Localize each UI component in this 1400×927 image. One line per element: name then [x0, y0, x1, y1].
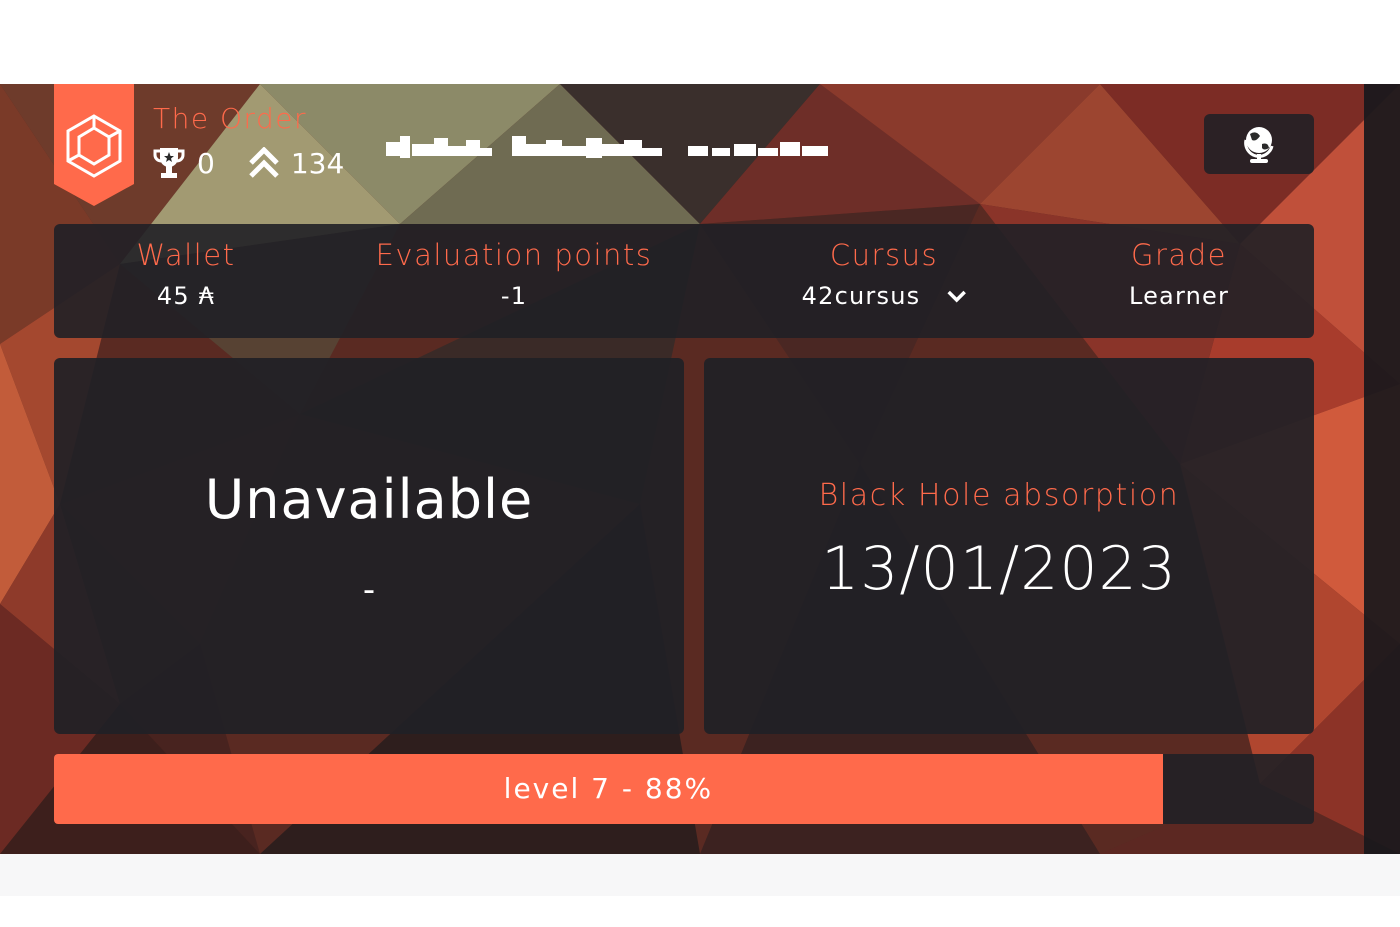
black-hole-label: Black Hole absorption [818, 478, 1180, 513]
globe-button[interactable] [1204, 114, 1314, 174]
header-stats: 0 134 [153, 146, 378, 180]
correction-points-count: 134 [290, 146, 345, 180]
cursus-select[interactable]: 42cursus [802, 282, 967, 310]
wallet-info: Wallet 45 ₳ [137, 238, 236, 310]
profile-banner: The Order 0 134 Wallet 45 ₳ Evaluation p… [0, 84, 1400, 854]
coalition-flag[interactable] [54, 84, 134, 206]
level-label: level 7 - 88% [503, 772, 714, 805]
evaluation-points-value: -1 [500, 282, 528, 310]
location-detail: - [362, 570, 376, 610]
grade-label: Grade [1131, 238, 1227, 272]
coalition-name[interactable]: The Order [153, 102, 307, 135]
evaluation-points-info: Evaluation points -1 [376, 238, 653, 310]
location-status: Unavailable [204, 468, 534, 531]
double-chevron-up-icon [249, 147, 279, 178]
redacted-user-name [386, 136, 828, 158]
grade-value: Learner [1128, 282, 1230, 310]
scrollbar-edge [1364, 84, 1400, 854]
correction-points-stat: 134 [249, 147, 344, 180]
achievements-stat: 0 [153, 146, 215, 180]
evaluation-points-label: Evaluation points [375, 238, 653, 272]
achievements-count: 0 [197, 146, 215, 180]
globe-icon [1244, 127, 1274, 163]
location-panel: Unavailable - [54, 358, 684, 734]
profile-page: The Order 0 134 Wallet 45 ₳ Evaluation p… [0, 0, 1400, 927]
grade-info: Grade Learner [1129, 238, 1229, 310]
wallet-value: 45 ₳ [156, 282, 216, 310]
cursus-label: Cursus [829, 238, 939, 272]
wallet-label: Wallet [136, 238, 236, 272]
cursus-value: 42cursus [801, 282, 921, 310]
level-progress-bar: level 7 - 88% [54, 754, 1314, 824]
trophy-icon [153, 148, 185, 178]
black-hole-date: 13/01/2023 [821, 534, 1177, 604]
cursus-info: Cursus 42cursus [802, 238, 967, 310]
profile-info-bar: Wallet 45 ₳ Evaluation points -1 Cursus … [54, 224, 1314, 338]
bottom-strip [0, 854, 1400, 896]
black-hole-panel: Black Hole absorption 13/01/2023 [704, 358, 1314, 734]
chevron-down-icon [947, 290, 966, 303]
